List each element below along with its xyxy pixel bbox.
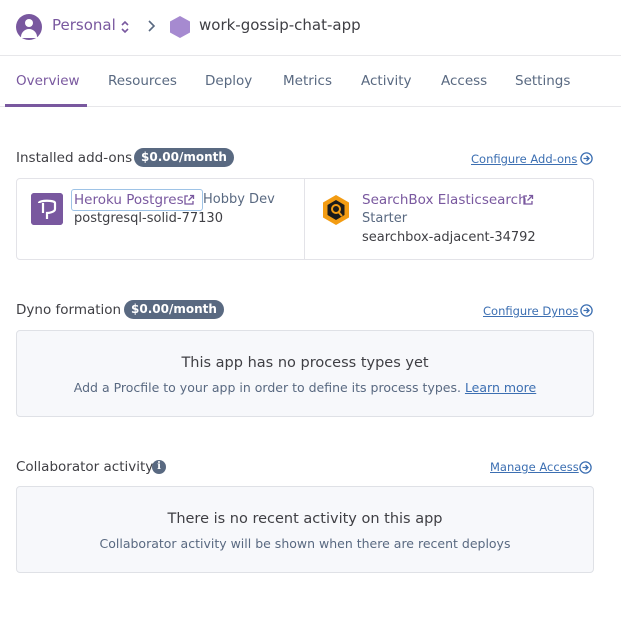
active-tab-indicator <box>5 104 87 107</box>
addons-cost-badge: $0.00/month <box>134 148 234 167</box>
configure-dynos-link[interactable]: Configure Dynos <box>483 304 578 318</box>
collaborator-empty-text: Collaborator activity will be shown when… <box>99 536 511 551</box>
arrow-right-circle-icon[interactable] <box>580 304 593 317</box>
arrow-right-circle-icon[interactable] <box>579 461 592 474</box>
addons-divider <box>304 178 305 260</box>
dyno-section-title: Dyno formation <box>16 302 122 318</box>
heroku-postgres-logo-icon <box>31 193 63 225</box>
tab-activity[interactable]: Activity <box>361 73 412 89</box>
user-avatar-icon[interactable] <box>16 14 42 40</box>
external-link-icon[interactable] <box>183 194 195 206</box>
addon-plan: Starter <box>362 211 408 226</box>
dyno-cost-badge: $0.00/month <box>124 300 224 319</box>
tab-settings[interactable]: Settings <box>515 73 570 89</box>
addon-id: postgresql-solid-77130 <box>74 211 223 226</box>
addon-heroku-postgres-link[interactable]: Heroku Postgres <box>74 192 184 208</box>
tab-resources[interactable]: Resources <box>108 73 177 89</box>
info-icon[interactable]: i <box>152 460 166 474</box>
learn-more-link[interactable]: Learn more <box>465 380 536 395</box>
app-header: Personal work-gossip-chat-app <box>0 0 621 56</box>
dyno-empty-text: Add a Procfile to your app in order to d… <box>16 380 594 395</box>
configure-addons-link[interactable]: Configure Add-ons <box>471 152 577 166</box>
dyno-empty-state-card <box>16 330 594 417</box>
external-link-icon[interactable] <box>522 194 534 206</box>
collaborator-empty-title: There is no recent activity on this app <box>167 511 443 527</box>
app-name: work-gossip-chat-app <box>199 16 361 34</box>
app-nav-tabs: Overview Resources Deploy Metrics Activi… <box>0 57 621 107</box>
searchbox-logo-icon <box>323 195 349 225</box>
avatar-body <box>21 29 37 38</box>
tab-metrics[interactable]: Metrics <box>283 73 332 89</box>
manage-access-link[interactable]: Manage Access <box>490 460 579 474</box>
tab-overview[interactable]: Overview <box>16 73 80 89</box>
addon-id: searchbox-adjacent-34792 <box>362 230 536 245</box>
tab-access[interactable]: Access <box>441 73 487 89</box>
dyno-empty-description: Add a Procfile to your app in order to d… <box>73 380 461 395</box>
addon-plan: Hobby Dev <box>203 192 275 207</box>
dyno-empty-title: This app has no process types yet <box>181 355 429 371</box>
breadcrumb-chevron-right-icon <box>148 20 156 32</box>
addon-searchbox-link[interactable]: SearchBox Elasticsearch <box>362 192 527 208</box>
team-switcher-label[interactable]: Personal <box>52 16 116 34</box>
tab-deploy[interactable]: Deploy <box>205 73 252 89</box>
collaborator-section-title: Collaborator activity <box>16 459 154 475</box>
app-hexagon-icon <box>170 16 190 38</box>
arrow-right-circle-icon[interactable] <box>580 152 593 165</box>
collaborator-empty-state-card <box>16 486 594 573</box>
addons-section-title: Installed add-ons <box>16 150 133 166</box>
avatar-head <box>25 19 33 27</box>
team-switcher-chevrons-icon[interactable] <box>120 20 130 34</box>
